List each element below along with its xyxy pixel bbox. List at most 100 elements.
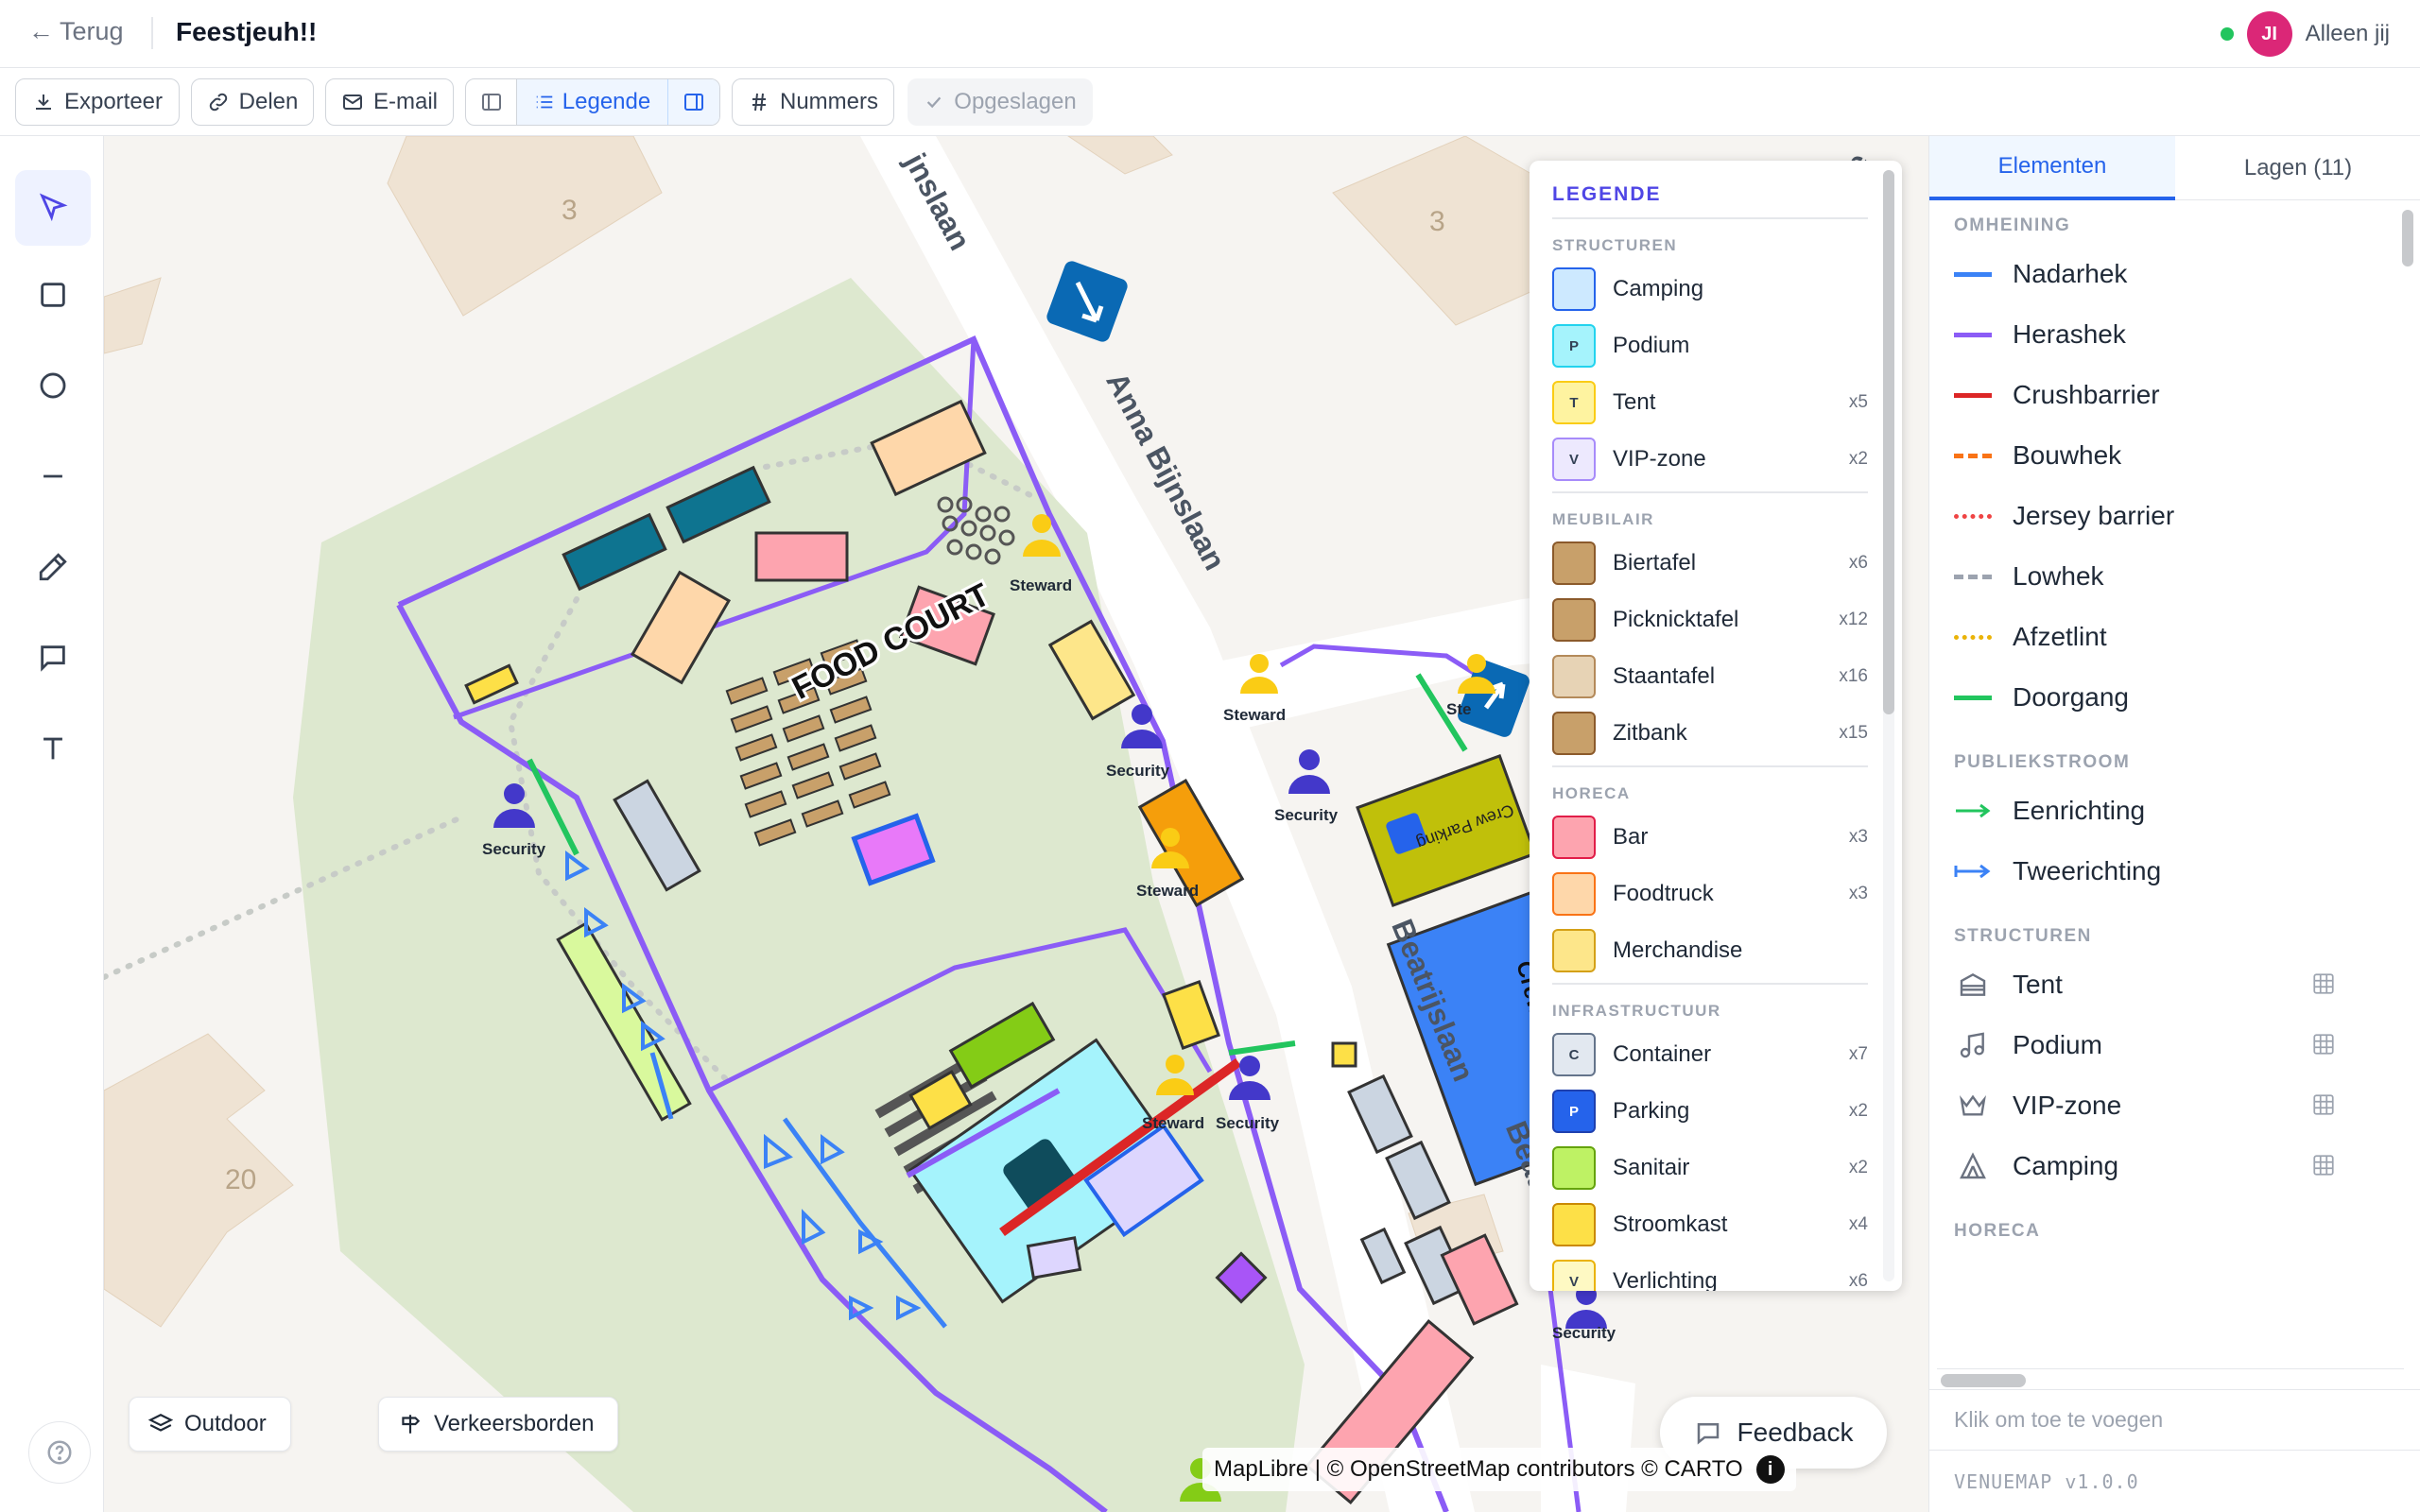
page-title[interactable]: Feestjeuh!!: [176, 17, 317, 47]
legend-swatch-icon: [1552, 655, 1596, 698]
legend-item[interactable]: C Container x7: [1552, 1026, 1868, 1083]
element-label: Lowhek: [2013, 561, 2104, 591]
legend-item[interactable]: V VIP-zone x2: [1552, 431, 1868, 488]
element-item[interactable]: Tweerichting: [1954, 841, 2351, 902]
back-button[interactable]: ← Terug: [28, 17, 124, 46]
legend-item[interactable]: T Tent x5: [1552, 374, 1868, 431]
grid-icon[interactable]: [2311, 971, 2338, 998]
legend-item[interactable]: Zitbank x15: [1552, 705, 1868, 762]
legend-swatch-icon: V: [1552, 438, 1596, 481]
share-button[interactable]: Delen: [191, 78, 314, 126]
arrow-left-icon: ←: [28, 17, 54, 45]
element-item[interactable]: Lowhek: [1954, 546, 2351, 607]
building: [1067, 136, 1173, 175]
map-attribution: MapLibre | © OpenStreetMap contributors …: [1202, 1448, 1796, 1491]
element-item[interactable]: Herashek: [1954, 304, 2351, 365]
panel-horizontal-scrollbar[interactable]: [1937, 1368, 2404, 1389]
legend-swatch-icon: [1552, 929, 1596, 972]
element-item[interactable]: Camping: [1954, 1136, 2351, 1196]
element-label: Doorgang: [2013, 682, 2129, 712]
element-item[interactable]: Afzetlint: [1954, 607, 2351, 667]
panel-scrollbar[interactable]: [2398, 204, 2415, 1489]
element-item[interactable]: Jersey barrier: [1954, 486, 2351, 546]
line-icon: [43, 474, 62, 478]
house-number: 3: [1429, 206, 1445, 237]
legend-item[interactable]: Merchandise: [1552, 922, 1868, 979]
legend-item[interactable]: Biertafel x6: [1552, 535, 1868, 592]
legend-toggle-button[interactable]: Legende: [517, 79, 668, 125]
element-item[interactable]: VIP-zone: [1954, 1075, 2351, 1136]
legend-item-label: Container: [1613, 1041, 1712, 1067]
outdoor-button[interactable]: Outdoor: [129, 1397, 291, 1452]
legend-item-label: Podium: [1613, 333, 1690, 358]
panel-scroll-thumb[interactable]: [2402, 210, 2413, 266]
tab-elementen[interactable]: Elementen: [1929, 136, 2175, 200]
legend-item[interactable]: Picknicktafel x12: [1552, 592, 1868, 648]
add-element-hint[interactable]: Klik om toe te voegen: [1929, 1389, 2420, 1450]
legend-scrollbar[interactable]: [1883, 170, 1894, 1281]
element-item[interactable]: Bouwhek: [1954, 425, 2351, 486]
legend-item[interactable]: Stroomkast x4: [1552, 1196, 1868, 1253]
saved-label: Opgeslagen: [954, 89, 1077, 114]
legend-scroll-thumb[interactable]: [1883, 170, 1894, 714]
element-label: Tent: [2013, 970, 2063, 999]
select-tool[interactable]: [15, 170, 91, 246]
element-item[interactable]: Eenrichting: [1954, 781, 2351, 841]
avatar[interactable]: JI: [2246, 11, 2292, 57]
info-icon[interactable]: i: [1755, 1455, 1785, 1484]
element-item[interactable]: Doorgang: [1954, 667, 2351, 728]
legend-item[interactable]: P Podium: [1552, 318, 1868, 374]
legend-item[interactable]: Staantafel x16: [1552, 648, 1868, 705]
section-title: STRUCTUREN: [1954, 926, 2092, 946]
legend-swatch-icon: T: [1552, 381, 1596, 424]
signpost-icon: [402, 1415, 421, 1434]
version-label: VENUEMAP v1.0.0: [1929, 1450, 2420, 1512]
music-icon: [1954, 1026, 1992, 1064]
email-button[interactable]: E-mail: [325, 78, 454, 126]
element-item[interactable]: Podium: [1954, 1015, 2351, 1075]
circle-tool[interactable]: [15, 348, 91, 423]
element-item[interactable]: Tent: [1954, 954, 2351, 1015]
legend-item[interactable]: P Parking x2: [1552, 1083, 1868, 1140]
view-toggle-group: Legende: [465, 78, 720, 126]
tab-lagen[interactable]: Lagen (11): [2175, 136, 2420, 200]
line-tool[interactable]: [15, 438, 91, 514]
legend-item[interactable]: Sanitair x2: [1552, 1140, 1868, 1196]
building: [387, 136, 663, 317]
traffic-signs-button[interactable]: Verkeersborden: [378, 1397, 618, 1452]
toggle-right-panel-button[interactable]: [668, 79, 719, 125]
toggle-left-panel-button[interactable]: [466, 79, 517, 125]
element-item[interactable]: Crushbarrier: [1954, 365, 2351, 425]
export-button[interactable]: Exporteer: [15, 78, 180, 126]
help-button[interactable]: [28, 1421, 91, 1484]
legend-item-count: x2: [1848, 449, 1868, 469]
legend-item[interactable]: Bar x3: [1552, 809, 1868, 866]
pencil-tool[interactable]: [15, 529, 91, 605]
legend-swatch-icon: [1552, 1146, 1596, 1190]
grid-icon[interactable]: [2311, 1092, 2338, 1119]
legend-item-count: x7: [1848, 1044, 1868, 1064]
chat-icon: [1697, 1423, 1719, 1445]
legend-item[interactable]: V Verlichting x6: [1552, 1253, 1868, 1291]
legend-swatch-icon: C: [1552, 1033, 1596, 1076]
text-tool[interactable]: [15, 711, 91, 786]
element-item[interactable]: Nadarhek: [1954, 244, 2351, 304]
numbers-button[interactable]: Nummers: [732, 78, 894, 126]
comment-tool[interactable]: [15, 620, 91, 696]
online-status-icon: [2220, 27, 2234, 41]
building: [104, 277, 162, 354]
element-label: Eenrichting: [2013, 796, 2146, 825]
section-title: HORECA: [1954, 1221, 2041, 1241]
line-style-icon: [1954, 453, 1992, 458]
attribution-text[interactable]: MapLibre | © OpenStreetMap contributors …: [1214, 1456, 1743, 1483]
legend-item[interactable]: Camping: [1552, 261, 1868, 318]
legend-item-label: Picknicktafel: [1613, 607, 1739, 632]
panel-horizontal-thumb[interactable]: [1941, 1374, 2026, 1387]
legend-item[interactable]: Foodtruck x3: [1552, 866, 1868, 922]
rectangle-tool[interactable]: [15, 257, 91, 333]
grid-icon[interactable]: [2311, 1032, 2338, 1058]
legend-item-label: Sanitair: [1613, 1155, 1690, 1180]
grid-icon[interactable]: [2311, 1153, 2338, 1179]
legend-swatch-icon: [1552, 267, 1596, 311]
section-title: PUBLIEKSTROOM: [1954, 752, 2131, 772]
